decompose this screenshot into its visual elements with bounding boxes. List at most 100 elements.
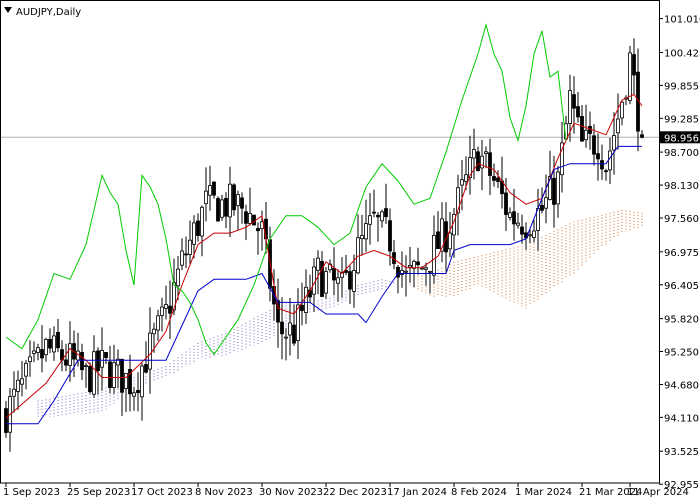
candle-body <box>24 362 28 377</box>
candle-body <box>16 379 20 392</box>
candle-body <box>200 206 204 237</box>
y-tick-label: 96.975 <box>664 248 699 259</box>
candle-body <box>380 211 384 222</box>
candle-body <box>136 389 140 394</box>
x-tick-label: 11 Apr 2024 <box>627 487 689 498</box>
candle-body <box>176 268 180 287</box>
candle-body <box>432 234 436 276</box>
candle-body <box>368 215 372 225</box>
candle-body <box>492 176 496 181</box>
y-tick-label: 99.855 <box>664 81 699 92</box>
candle-body <box>324 271 328 294</box>
candle-body <box>56 331 60 349</box>
candle-body <box>632 54 636 76</box>
y-tick-label: 98.700 <box>664 148 699 159</box>
candle-body <box>480 155 484 169</box>
candle-body <box>464 174 468 182</box>
candle-body <box>596 153 600 160</box>
x-tick-label: 8 Nov 2023 <box>195 487 253 498</box>
candle-body <box>204 190 208 205</box>
candle-body <box>88 365 92 393</box>
candle-body <box>472 149 476 159</box>
candle-body <box>508 212 512 218</box>
candle-body <box>416 261 420 266</box>
candle-body <box>160 306 164 316</box>
candle-body <box>104 351 108 358</box>
candle-body <box>40 349 44 359</box>
y-tick-label: 94.110 <box>664 413 699 424</box>
candle-body <box>280 321 284 335</box>
candle-body <box>304 286 308 313</box>
candle-body <box>408 264 412 268</box>
candle-body <box>552 177 556 205</box>
candle-body <box>248 212 252 224</box>
x-tick-label: 1 Sep 2023 <box>3 487 60 498</box>
candle-body <box>48 338 52 349</box>
chart-background <box>0 0 700 500</box>
chart-canvas: 101.010 100.425 99.855 99.285 98.700 98.130 97… <box>0 0 700 500</box>
candle-body <box>240 197 244 209</box>
candle-body <box>608 150 612 171</box>
candle-body <box>360 235 364 239</box>
symbol-title: AUDJPY,Daily <box>16 7 81 18</box>
candle-body <box>192 222 196 245</box>
y-tick-label: 95.820 <box>664 315 699 326</box>
y-tick-label: 101.010 <box>664 15 700 26</box>
candle-body <box>612 135 616 151</box>
candle-body <box>584 129 588 141</box>
chart-title: AUDJPY,Daily <box>4 7 81 18</box>
candle-body <box>180 250 184 266</box>
candle-body <box>568 90 572 124</box>
candle-body <box>236 194 240 207</box>
candle-body <box>152 328 156 335</box>
y-tick-label: 94.680 <box>664 381 699 392</box>
candle-body <box>484 151 488 154</box>
candle-body <box>20 378 24 385</box>
candle-body <box>252 214 256 226</box>
current-price-badge: 98.956 <box>660 131 700 144</box>
candle-body <box>540 204 544 211</box>
candle-body <box>336 277 340 284</box>
candle-body <box>620 101 624 119</box>
candle-body <box>436 231 440 249</box>
candle-body <box>124 372 128 389</box>
candle-body <box>92 351 96 395</box>
candle-body <box>244 211 248 224</box>
x-tick-label: 8 Feb 2024 <box>451 487 507 498</box>
y-tick-label: 95.250 <box>664 348 699 359</box>
candle-body <box>28 356 32 363</box>
candle-body <box>220 199 224 218</box>
candle-body <box>364 223 368 240</box>
candle-body <box>516 222 520 226</box>
candle-body <box>80 351 84 371</box>
candle-body <box>156 315 160 331</box>
candle-body <box>36 347 40 353</box>
candle-body <box>488 152 492 176</box>
candle-body <box>592 135 596 155</box>
y-tick-label: 96.405 <box>664 281 699 292</box>
candle-body <box>348 271 352 290</box>
candle-body <box>188 239 192 255</box>
candle-body <box>376 214 380 218</box>
candle-body <box>96 350 100 371</box>
candle-body <box>4 408 8 433</box>
candle-body <box>520 226 524 235</box>
candle-body <box>460 179 464 186</box>
candle-body <box>292 324 296 344</box>
candle-body <box>288 322 292 336</box>
candle-body <box>164 304 168 309</box>
candle-body <box>32 350 36 354</box>
candle-body <box>604 170 608 173</box>
y-tick-label: 100.425 <box>664 49 700 60</box>
candle-body <box>168 305 172 314</box>
candle-body <box>100 349 104 368</box>
candle-body <box>140 365 144 398</box>
candle-body <box>572 94 576 109</box>
candle-body <box>256 228 260 232</box>
candle-body <box>496 177 500 182</box>
candle-body <box>388 220 392 252</box>
candle-body <box>212 181 216 196</box>
candle-body <box>404 270 408 273</box>
candle-body <box>316 257 320 271</box>
candle-body <box>108 361 112 388</box>
